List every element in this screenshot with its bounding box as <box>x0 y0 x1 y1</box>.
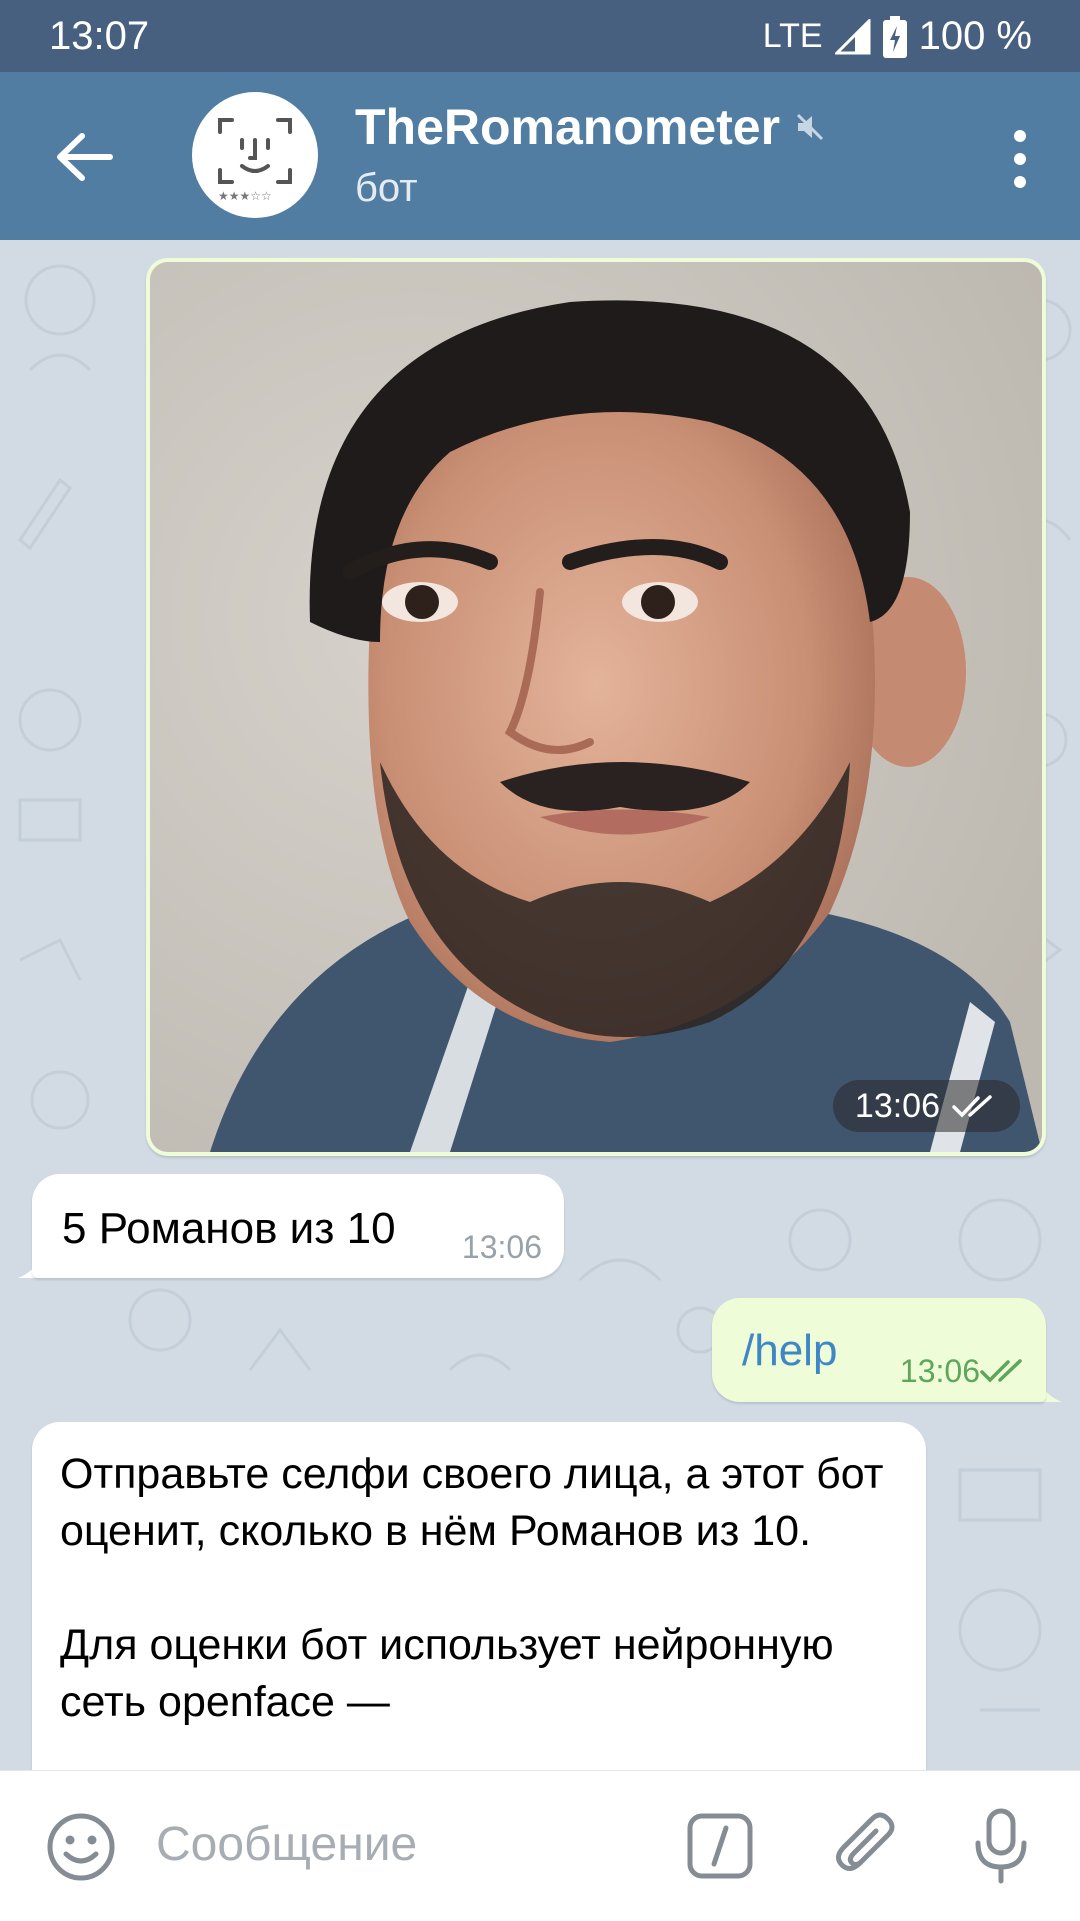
chat-header: ★★★☆☆ TheRomanometer бот <box>0 72 1080 240</box>
status-bar: 13:07 LTE 100 % <box>0 0 1080 72</box>
status-indicators: LTE 100 % <box>763 14 1032 59</box>
chat-title-row: TheRomanometer <box>355 98 826 156</box>
portrait-image <box>150 262 1042 1152</box>
emoji-icon[interactable] <box>46 1812 116 1882</box>
message-text: 5 Романов из 10 <box>62 1204 396 1253</box>
message-input[interactable]: Сообщение <box>156 1817 417 1872</box>
status-time: 13:07 <box>49 14 150 58</box>
selfie-photo[interactable]: 13:06 <box>150 262 1042 1152</box>
more-vert-icon[interactable] <box>1000 124 1040 194</box>
battery-icon <box>882 15 907 58</box>
chat-subtitle: бот <box>355 166 418 210</box>
incoming-message[interactable]: Отправьте селфи своего лица, а этот бот … <box>32 1422 926 1770</box>
outgoing-message[interactable]: /help 13:06 <box>712 1298 1046 1402</box>
command-link[interactable]: /help <box>742 1326 837 1376</box>
chat-title: TheRomanometer <box>355 99 781 155</box>
attach-icon[interactable] <box>832 1811 900 1881</box>
photo-message[interactable]: 13:06 <box>146 258 1046 1156</box>
message-input-bar: Сообщение <box>0 1770 1080 1921</box>
avatar[interactable]: ★★★☆☆ <box>192 92 318 218</box>
muted-speaker-icon <box>797 113 824 141</box>
photo-timestamp: 13:06 <box>832 1080 1020 1132</box>
signal-icon <box>834 18 871 54</box>
message-time: 13:06 <box>899 1353 980 1389</box>
message-text: Отправьте селфи своего лица, а этот бот … <box>60 1450 884 1726</box>
incoming-message[interactable]: 5 Романов из 10 13:06 <box>32 1174 564 1278</box>
back-arrow-icon[interactable] <box>52 124 118 190</box>
svg-text:★★★☆☆: ★★★☆☆ <box>218 189 272 203</box>
photo-time: 13:06 <box>854 1086 940 1125</box>
battery-level: 100 % <box>918 14 1032 58</box>
double-check-icon <box>980 1359 1022 1383</box>
bot-command-icon[interactable] <box>686 1812 754 1880</box>
bot-avatar-face-icon: ★★★☆☆ <box>218 118 292 203</box>
network-type: LTE <box>762 17 823 55</box>
chat-area[interactable]: 13:06 5 Романов из 10 13:06 /help 13:06 … <box>0 240 1080 1770</box>
microphone-icon[interactable] <box>966 1807 1036 1885</box>
double-check-icon <box>952 1095 992 1118</box>
message-time: 13:06 <box>461 1229 542 1265</box>
chat-title-group[interactable]: TheRomanometer бот <box>355 98 826 211</box>
